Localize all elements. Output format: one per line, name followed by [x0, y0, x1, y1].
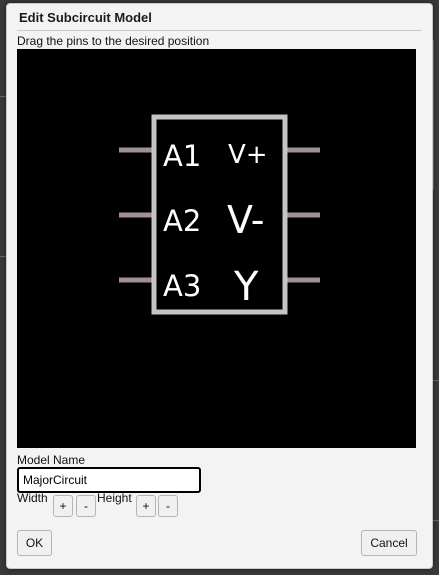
- height-decrease-button[interactable]: -: [158, 495, 178, 517]
- ok-button[interactable]: OK: [17, 530, 52, 556]
- pin-label-A1[interactable]: A1: [163, 139, 201, 173]
- model-name-label: Model Name: [17, 453, 86, 467]
- width-label: Width: [17, 491, 48, 505]
- width-decrease-button[interactable]: -: [76, 495, 96, 517]
- title-divider: [17, 30, 422, 31]
- pin-label-Vminus[interactable]: V-: [227, 198, 264, 242]
- background-line: [433, 40, 434, 190]
- pin-label-Y[interactable]: Y: [233, 264, 259, 310]
- cancel-button[interactable]: Cancel: [361, 530, 417, 556]
- pin-label-A2[interactable]: A2: [163, 204, 201, 238]
- chip-preview: A1 A2 A3 V+ V- Y: [119, 114, 320, 315]
- width-increase-button[interactable]: +: [53, 495, 73, 517]
- pin-label-Vplus[interactable]: V+: [228, 140, 268, 170]
- height-increase-button[interactable]: +: [136, 495, 156, 517]
- pin-layout-canvas[interactable]: A1 A2 A3 V+ V- Y: [17, 49, 416, 448]
- dialog-title: Edit Subcircuit Model: [19, 10, 152, 25]
- pin-label-A3[interactable]: A3: [163, 269, 201, 303]
- instruction-text: Drag the pins to the desired position: [17, 34, 210, 48]
- height-label: Height: [97, 491, 132, 505]
- model-name-input[interactable]: [17, 467, 201, 493]
- edit-subcircuit-dialog: Edit Subcircuit Model Drag the pins to t…: [6, 3, 433, 569]
